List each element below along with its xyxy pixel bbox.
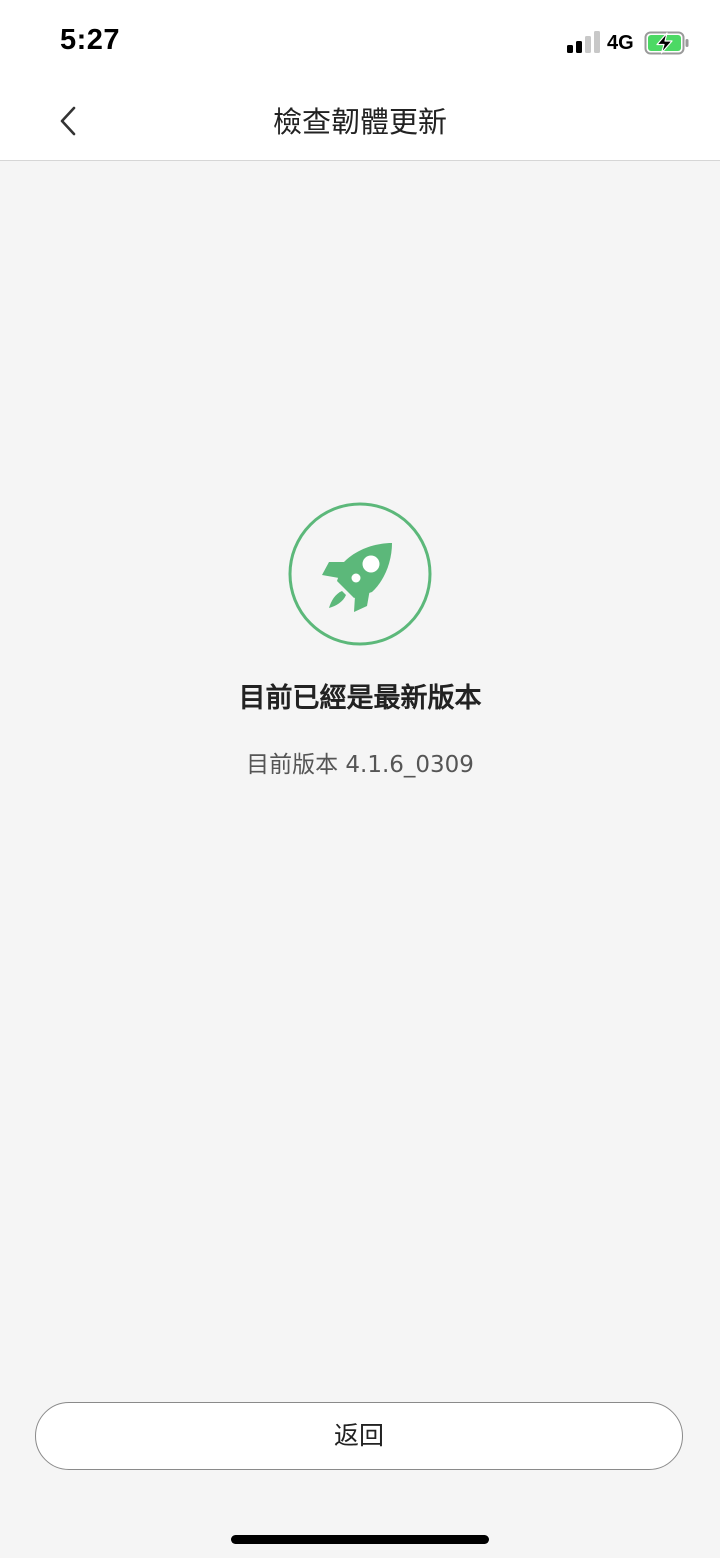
status-time: 5:27 <box>60 24 121 56</box>
signal-bar <box>585 36 591 53</box>
signal-bar <box>567 45 573 53</box>
chevron-left-icon <box>60 106 76 136</box>
rocket-icon <box>322 543 392 612</box>
signal-bar <box>594 31 600 53</box>
nav-bar: 檢查韌體更新 <box>0 84 720 161</box>
return-button[interactable]: 返回 <box>35 1402 683 1470</box>
update-status-title: 目前已經是最新版本 <box>238 683 482 714</box>
home-indicator <box>231 1535 489 1544</box>
signal-bar <box>576 41 582 53</box>
battery-icon <box>644 31 689 55</box>
status-bar: 5:27 4G <box>0 0 720 84</box>
signal-icon <box>567 31 601 53</box>
rocket-badge <box>288 502 432 646</box>
network-type: 4G <box>607 32 634 54</box>
current-version: 目前版本 4.1.6_0309 <box>246 752 474 778</box>
back-button[interactable] <box>44 98 92 146</box>
page-title: 檢查韌體更新 <box>272 105 447 139</box>
